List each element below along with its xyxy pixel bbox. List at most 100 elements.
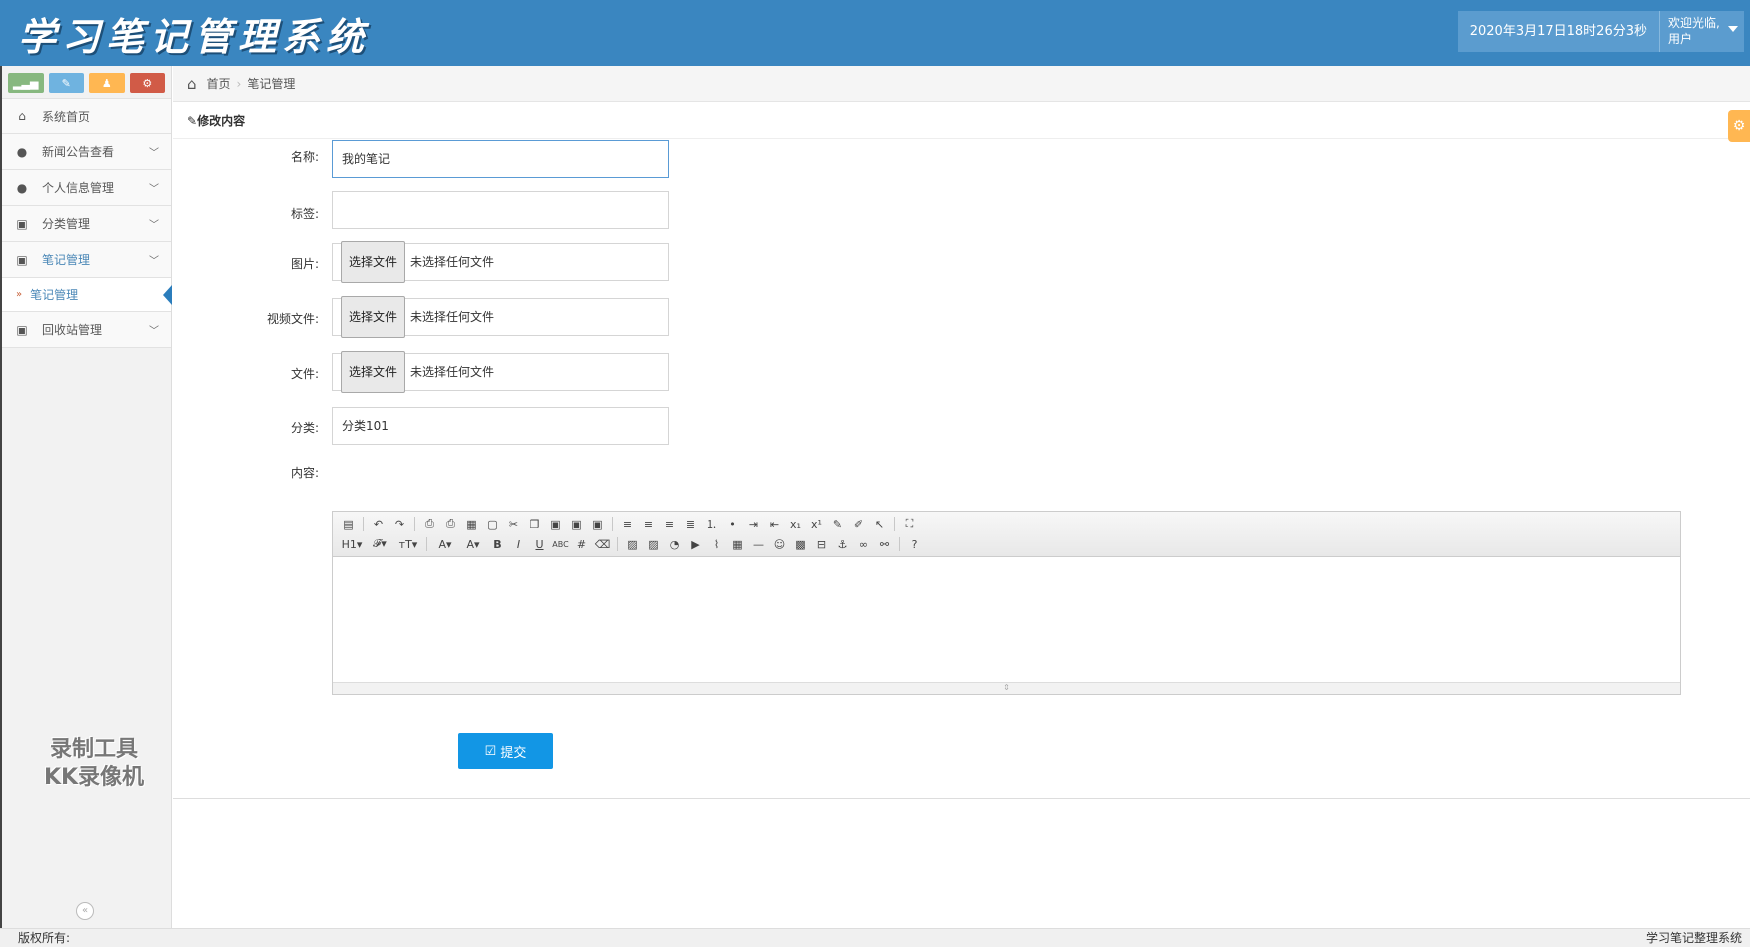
submit-button-label: 提交 <box>500 744 527 760</box>
editor-body[interactable] <box>333 557 1680 682</box>
bar-chart-icon[interactable]: ▂▃▅ <box>8 73 44 93</box>
code-icon[interactable]: ▢ <box>483 515 502 533</box>
image-icon[interactable]: ▨ <box>623 535 642 553</box>
sidebar: ▂▃▅ ✎ ♟ ⚙ ⌂ 系统首页 ● 新闻公告查看 ﹀ ● 个人信息管理 ﹀ ▣… <box>0 66 172 928</box>
cut-icon[interactable]: ✂ <box>504 515 523 533</box>
sidebar-subitem-notes[interactable]: » 笔记管理 <box>2 278 172 312</box>
copy-icon[interactable]: ❐ <box>525 515 544 533</box>
sidebar-item-home[interactable]: ⌂ 系统首页 <box>2 98 171 134</box>
user-icon: ● <box>16 180 28 195</box>
baidu-map-icon[interactable]: ▩ <box>791 535 810 553</box>
unlink-icon[interactable]: ⚯ <box>875 535 894 553</box>
unordered-list-icon[interactable]: • <box>723 515 742 533</box>
choose-file-button[interactable]: 选择文件 <box>341 241 406 283</box>
help-icon[interactable]: ? <box>905 535 924 553</box>
outdent-icon[interactable]: ⇤ <box>765 515 784 533</box>
paste-word-icon[interactable]: ▣ <box>588 515 607 533</box>
sidebar-item-label: 分类管理 <box>42 217 91 231</box>
tag-label: 标签: <box>290 207 319 221</box>
rich-text-editor: ▤ ↶ ↷ ⎙ ⎙ ▦ ▢ ✂ ❐ ▣ ▣ ▣ ≡ ≡ ≡ ≣ ⒈ • ⇥ ⇤ … <box>332 511 1681 695</box>
category-label: 分类: <box>290 421 319 435</box>
eraser-icon[interactable]: ⌫ <box>593 535 612 553</box>
sidebar-item-category[interactable]: ▣ 分类管理 ﹀ <box>2 206 171 242</box>
align-right-icon[interactable]: ≡ <box>660 515 679 533</box>
source-icon[interactable]: ▤ <box>339 515 358 533</box>
font-family-icon[interactable]: 𝓕▾ <box>367 535 393 553</box>
undo-icon[interactable]: ↶ <box>369 515 388 533</box>
print-icon[interactable]: ⎙ <box>441 515 460 533</box>
sidebar-item-label: 笔记管理 <box>42 253 91 267</box>
pagebreak-icon[interactable]: ⊟ <box>812 535 831 553</box>
strikethrough-icon[interactable]: ABC <box>551 535 570 553</box>
file-label: 文件: <box>290 367 319 381</box>
editor-resize-handle[interactable]: ⇕ <box>333 682 1680 694</box>
divider <box>363 517 364 531</box>
sidebar-item-notes[interactable]: ▣ 笔记管理 ﹀ <box>2 242 171 278</box>
check-square-icon: ☑ <box>484 743 497 758</box>
superscript-icon[interactable]: x¹ <box>807 515 826 533</box>
link-icon[interactable]: ∞ <box>854 535 873 553</box>
picture-icon: ▣ <box>16 252 28 267</box>
paste-text-icon[interactable]: ▣ <box>567 515 586 533</box>
pencil-icon[interactable]: ✎ <box>48 73 84 93</box>
ordered-list-icon[interactable]: ⒈ <box>702 515 721 533</box>
heading-icon[interactable]: H1▾ <box>339 535 365 553</box>
font-size-icon[interactable]: тT▾ <box>395 535 421 553</box>
align-left-icon[interactable]: ≡ <box>618 515 637 533</box>
choose-file-button[interactable]: 选择文件 <box>341 296 406 338</box>
underline-icon[interactable]: U <box>530 535 549 553</box>
paste-icon[interactable]: ▣ <box>546 515 565 533</box>
emoticon-icon[interactable]: ☺ <box>770 535 789 553</box>
format-painter-icon[interactable]: ✐ <box>849 515 868 533</box>
chevron-down-icon: ﹀ <box>149 326 159 337</box>
template-icon[interactable]: ▦ <box>462 515 481 533</box>
subscript-icon[interactable]: x₁ <box>786 515 805 533</box>
anchor-icon[interactable]: ⚓ <box>833 535 852 553</box>
clear-format-icon[interactable]: ✎ <box>828 515 847 533</box>
table-icon[interactable]: ▦ <box>728 535 747 553</box>
sidebar-item-label: 系统首页 <box>42 109 91 124</box>
align-center-icon[interactable]: ≡ <box>639 515 658 533</box>
picture-icon: ▣ <box>16 322 28 337</box>
sidebar-item-profile[interactable]: ● 个人信息管理 ﹀ <box>2 170 171 206</box>
home-icon: ⌂ <box>187 74 197 93</box>
italic-icon[interactable]: I <box>509 535 528 553</box>
redo-icon[interactable]: ↷ <box>390 515 409 533</box>
indent-icon[interactable]: ⇥ <box>744 515 763 533</box>
category-input[interactable]: 分类101 <box>332 407 669 445</box>
submit-button[interactable]: ☑ 提交 <box>458 733 553 769</box>
select-all-icon[interactable]: ↖ <box>870 515 889 533</box>
settings-gear-icon[interactable]: ⚙ <box>1728 110 1750 142</box>
user-menu-toggle[interactable]: 欢迎光临, 用户 <box>1660 11 1744 52</box>
attachment-icon[interactable]: ⌇ <box>707 535 726 553</box>
divider <box>414 517 415 531</box>
tag-input[interactable] <box>332 191 669 229</box>
collapse-sidebar-icon[interactable]: « <box>76 902 94 920</box>
caret-down-icon <box>1728 26 1738 32</box>
sidebar-item-recycle[interactable]: ▣ 回收站管理 ﹀ <box>2 312 171 348</box>
video-file-input: 选择文件 未选择任何文件 <box>332 296 669 338</box>
watermark-line: 录制工具 <box>49 737 138 762</box>
breadcrumb-home-link[interactable]: 首页 <box>207 75 231 92</box>
top-header: 学习笔记管理系统 2020年3月17日18时26分3秒 欢迎光临, 用户 <box>0 0 1750 66</box>
choose-file-button[interactable]: 选择文件 <box>341 351 406 393</box>
fullscreen-icon[interactable]: ⛶ <box>900 515 919 533</box>
hr-icon[interactable]: — <box>749 535 768 553</box>
chevron-down-icon: ﹀ <box>149 220 159 231</box>
preview-icon[interactable]: ⎙ <box>420 515 439 533</box>
line-height-icon[interactable]: # <box>572 535 591 553</box>
sidebar-item-news[interactable]: ● 新闻公告查看 ﹀ <box>2 134 171 170</box>
multi-image-icon[interactable]: ▨ <box>644 535 663 553</box>
media-icon[interactable]: ▶ <box>686 535 705 553</box>
align-justify-icon[interactable]: ≣ <box>681 515 700 533</box>
cogs-icon[interactable]: ⚙ <box>129 73 165 93</box>
font-color-icon[interactable]: A▾ <box>432 535 458 553</box>
breadcrumb-current: 笔记管理 <box>247 77 296 91</box>
highlight-icon[interactable]: A▾ <box>460 535 486 553</box>
name-input[interactable]: 我的笔记 <box>332 140 669 178</box>
toolbar-row: ▤ ↶ ↷ ⎙ ⎙ ▦ ▢ ✂ ❐ ▣ ▣ ▣ ≡ ≡ ≡ ≣ ⒈ • ⇥ ⇤ … <box>339 514 1674 534</box>
bold-icon[interactable]: B <box>488 535 507 553</box>
users-icon[interactable]: ♟ <box>89 73 125 93</box>
flash-icon[interactable]: ◔ <box>665 535 684 553</box>
main-content: ✎修改内容 ⚙ 名称: 我的笔记 标签: 图片: 选择文件 未选择任何文件 视频… <box>173 102 1750 927</box>
